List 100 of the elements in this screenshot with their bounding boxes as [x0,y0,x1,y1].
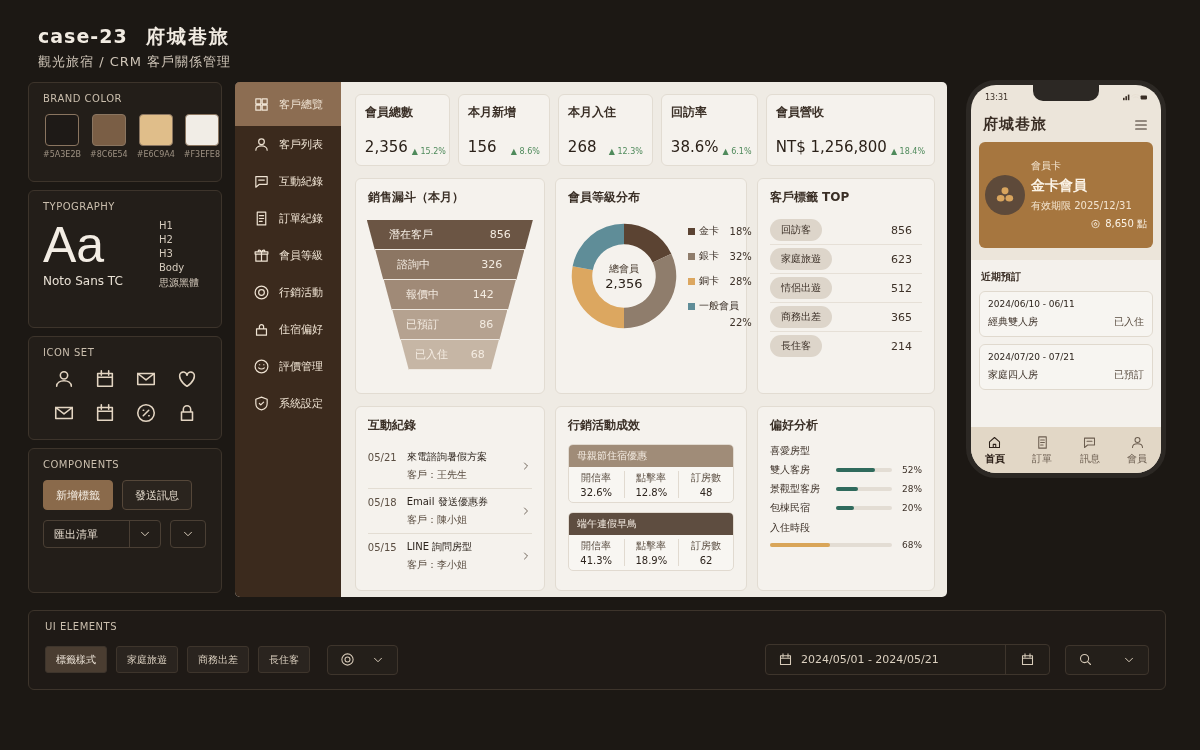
tab-bar-item[interactable]: 首頁 [984,434,1005,466]
tag-count: 512 [891,281,913,295]
points-icon [1090,218,1102,230]
target-icon [253,284,270,301]
metric-label: 點擊率 [636,539,667,553]
sidebar-item[interactable]: 客戶總覽 [235,82,341,126]
kpi-label: 本月新增 [467,104,517,121]
sidebar-item[interactable]: 訂單紀錄 [235,200,341,237]
app-title: 府城巷旅 [983,115,1047,134]
card-caption: 會員卡 [1031,159,1062,173]
percent-icon [134,402,157,424]
kpi-value: NT$ 1,256,800 [775,138,887,156]
kpi-change: ▲ 8.6% [510,147,540,156]
legend-label: 一般會員 [698,299,739,313]
metric-label: 開信率 [581,471,612,485]
metric-value: 62 [699,555,713,566]
card-title: COMPONENTS [43,459,121,470]
metric-value: 32.6% [580,487,613,498]
group-title: 入住時段 [769,521,811,535]
stage-label: 潛在客戶 [388,227,433,242]
tag-chip[interactable]: 長住客 [258,646,310,673]
dashboard-icon [253,95,270,113]
card-title: TYPOGRAPHY [43,201,116,212]
sidebar-item[interactable]: 住宿偏好 [235,311,341,348]
card-title: 互動紀錄 [367,417,417,434]
booking-status: 已預訂 [1114,368,1144,382]
chat-icon [253,173,270,190]
stage-value: 68 [470,348,485,361]
stage-value: 86 [479,318,494,331]
legend-label: 銅卡 [698,274,719,288]
sidebar-item[interactable]: 行銷活動 [235,274,341,311]
booking-card[interactable]: 2024/07/20 - 07/21 家庭四人房 已預訂 [979,344,1153,390]
search-icon [1078,652,1093,667]
interaction-row[interactable]: 05/18 Email 發送優惠券 客戶：陳小姐 [367,489,532,534]
preference-label: 雙人客房 [769,463,811,477]
donut-center-value: 2,356 [605,275,643,291]
kpi-change: ▲ 15.2% [411,147,446,156]
tag-chip[interactable]: 商務出差 [187,646,249,673]
stage-label: 報價中 [405,287,439,302]
phone-notch [1033,85,1099,101]
hex-label: #E6C9A4 [136,150,175,159]
type-style-label: H3 [159,248,174,259]
tag-pill: 商務出差 [769,306,832,328]
shield-icon [253,395,270,412]
preference-label: 景觀型客房 [769,482,821,496]
tag-chip[interactable]: 標籤樣式 [45,646,107,673]
interaction-subject: Email 發送優惠券 [406,495,489,509]
tag-pill: 長住客 [769,335,822,357]
sidebar-item[interactable]: 會員等級 [235,237,341,274]
metric-value: 12.8% [635,487,668,498]
booking-card[interactable]: 2024/06/10 - 06/11 經典雙人房 已入住 [979,291,1153,337]
tag-count: 856 [891,223,913,237]
type-style-label: 思源黑體 [159,276,199,290]
kpi-value: 2,356 [364,138,408,156]
tag-chip[interactable]: 家庭旅遊 [116,646,178,673]
icon-dropdown[interactable] [327,644,398,675]
date-range-field[interactable]: 2024/05/01 - 2024/05/21 [765,644,1050,675]
calendar-icon [778,652,793,667]
tab-bar-item[interactable]: 會員 [1127,434,1148,466]
legend-value: 22% [729,317,752,328]
kpi-label: 會員營收 [775,104,825,121]
chat-icon [1082,434,1098,450]
tab-bar-item[interactable]: 訊息 [1079,434,1100,466]
booking-dates: 2024/06/10 - 06/11 [988,299,1076,309]
tab-bar-item[interactable]: 訂單 [1032,434,1053,466]
interaction-customer: 客戶：李小姐 [406,558,468,572]
type-style-label: H1 [159,220,174,231]
avatar-icon [985,175,1025,215]
interaction-row[interactable]: 05/21 來電諮詢暑假方案 客戶：王先生 [367,444,532,489]
section-title: 近期預訂 [980,270,1022,284]
kpi-value: 268 [567,138,597,156]
sidebar-item[interactable]: 客戶列表 [235,126,341,163]
stage-value: 326 [481,258,503,271]
card-title: 行銷活動成效 [567,417,641,434]
home-icon [987,434,1003,450]
dropdown-button[interactable] [170,520,206,548]
sidebar-item[interactable]: 評價管理 [235,348,341,385]
sidebar-item[interactable]: 系統設定 [235,385,341,422]
secondary-button[interactable]: 發送訊息 [122,480,192,510]
card-title: ICON SET [43,347,96,358]
interaction-row[interactable]: 05/15 LINE 詢問房型 客戶：李小姐 [367,534,532,578]
search-dropdown[interactable] [1065,644,1149,675]
primary-button[interactable]: 新增標籤 [43,480,113,510]
card-title: 客戶標籤 TOP [769,189,851,206]
stage-label: 諮詢中 [397,257,431,272]
kpi-value: 38.6% [670,138,719,156]
user-icon [253,136,270,153]
export-dropdown[interactable]: 匯出清單 [43,520,161,548]
target-icon [340,652,355,667]
type-sample: Aa [43,216,106,274]
kpi-change: ▲ 12.3% [608,147,643,156]
legend-value: 18% [729,225,752,237]
tag-pill: 回訪客 [769,219,822,241]
legend-label: 銀卡 [698,249,719,263]
hex-label: #8C6E54 [90,150,128,159]
sidebar-item[interactable]: 互動紀錄 [235,163,341,200]
campaign-name: 端午連假早鳥 [568,513,733,535]
kpi-change: ▲ 18.4% [890,147,925,156]
bar-reading: 52% [901,465,922,475]
bag-icon [253,321,270,338]
